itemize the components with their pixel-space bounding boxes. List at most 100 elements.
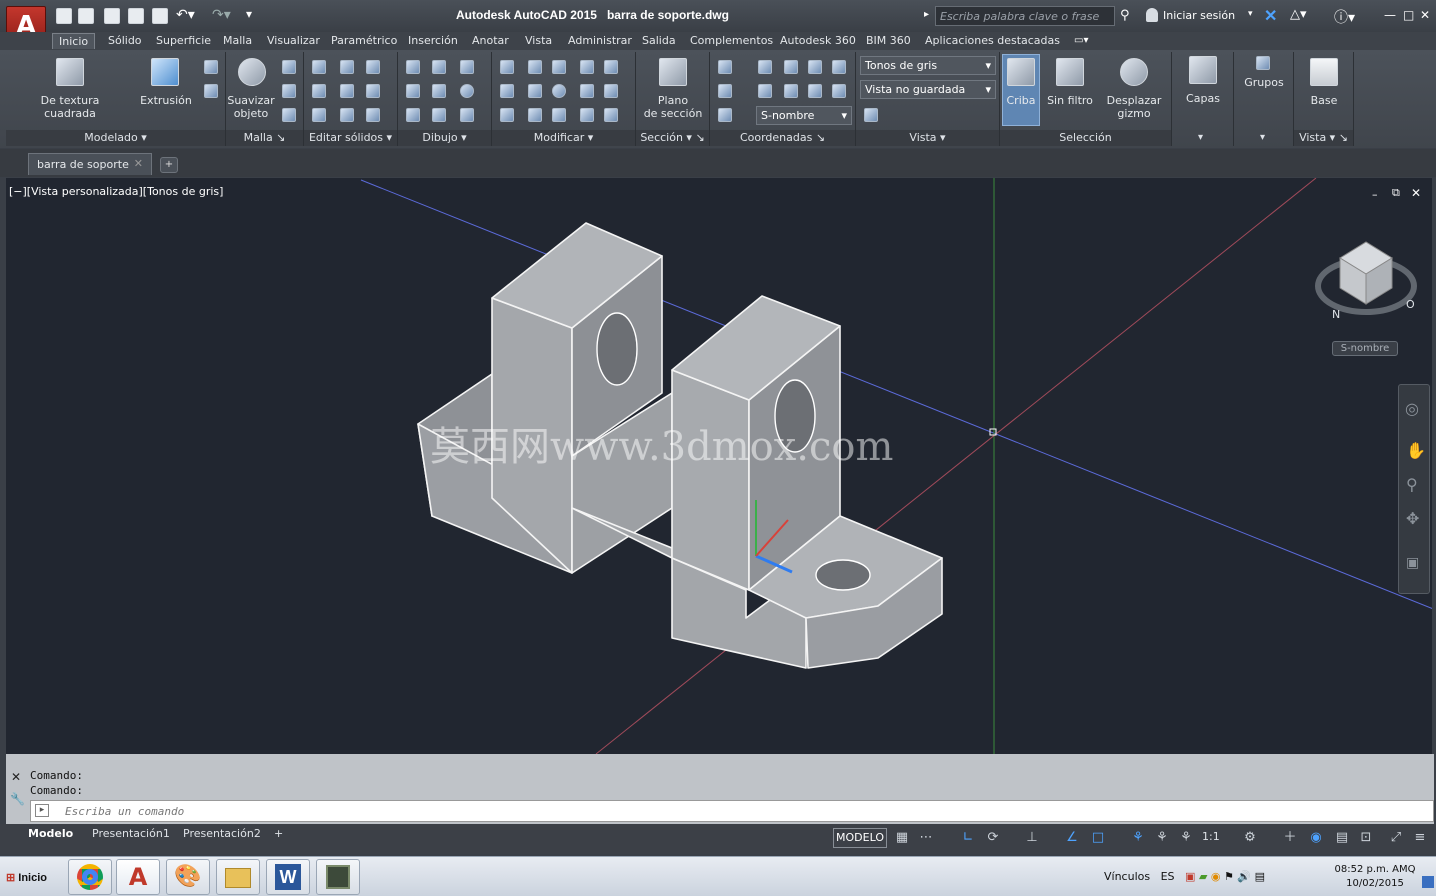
chrome-tray-icon[interactable]: ◉: [1211, 870, 1221, 883]
erase-icon[interactable]: [500, 108, 514, 122]
ucs-y-icon[interactable]: [784, 84, 798, 98]
copy-icon[interactable]: [552, 108, 566, 122]
mesh-crease-icon[interactable]: [282, 108, 296, 122]
tab-autodesk-360[interactable]: Autodesk 360: [774, 33, 862, 49]
layers-label[interactable]: Capas: [1172, 92, 1234, 105]
panel-label[interactable]: Vista ▾ ↘: [1294, 130, 1353, 146]
viewport-controls-label[interactable]: [−][Vista personalizada][Tonos de gris]: [9, 185, 223, 198]
new-file-icon[interactable]: [56, 8, 72, 24]
layers-expand-icon[interactable]: ▾: [1198, 132, 1203, 143]
new-tab-button[interactable]: +: [160, 157, 178, 173]
help-icon[interactable]: ⓘ▾: [1334, 7, 1355, 27]
box-button-label[interactable]: De textura cuadrada: [14, 94, 126, 120]
ucs-x-icon[interactable]: [808, 60, 822, 74]
add-layout-button[interactable]: +: [266, 826, 291, 842]
ortho-icon[interactable]: ∟: [960, 830, 976, 846]
panel-label[interactable]: Editar sólidos ▾: [304, 130, 397, 146]
fullscreen-icon[interactable]: ⤢: [1388, 830, 1404, 846]
separate-icon[interactable]: [366, 108, 380, 122]
zoom-icon[interactable]: ⚲: [1406, 475, 1418, 494]
viewport-config-icon[interactable]: [864, 108, 878, 122]
slice-icon[interactable]: [340, 60, 354, 74]
tab-salida[interactable]: Salida: [636, 33, 682, 49]
ucs-icon-properties-icon[interactable]: [718, 108, 732, 122]
tab-anotar[interactable]: Anotar: [466, 33, 515, 49]
annotation-scale-value[interactable]: 1:1: [1202, 830, 1220, 843]
annotation-scale-icon[interactable]: ⚘: [1178, 830, 1194, 846]
acrobat-icon[interactable]: ▣: [1185, 870, 1195, 883]
hardware-acceleration-icon[interactable]: ▤: [1334, 830, 1350, 846]
move-icon[interactable]: [552, 60, 566, 74]
taskbar-autocad[interactable]: A: [116, 859, 160, 895]
viewcube[interactable]: N O: [1310, 232, 1422, 328]
tab-administrar[interactable]: Administrar: [562, 33, 638, 49]
tab-malla[interactable]: Malla: [217, 33, 258, 49]
section-plane-label[interactable]: Plano de sección: [640, 94, 706, 120]
move-gizmo-label[interactable]: Desplazar gizmo: [1102, 94, 1166, 120]
array-icon[interactable]: [528, 84, 542, 98]
redo-icon[interactable]: ↷▾: [212, 7, 231, 23]
helix-icon[interactable]: [432, 60, 446, 74]
mesh-refine-icon[interactable]: [282, 84, 296, 98]
panel-label[interactable]: Sección ▾ ↘: [636, 130, 709, 146]
scale-icon[interactable]: [604, 108, 618, 122]
annotation-visibility-icon[interactable]: ⚘: [1130, 830, 1146, 846]
binoculars-icon[interactable]: ⚲: [1120, 8, 1130, 23]
polar-icon[interactable]: ⟳: [985, 830, 1001, 846]
grid-icon[interactable]: ▦: [894, 830, 910, 846]
links-toolbar[interactable]: Vínculos: [1104, 870, 1150, 883]
groups-label[interactable]: Grupos: [1234, 76, 1294, 89]
tab-bim-360[interactable]: BIM 360: [860, 33, 917, 49]
trim-icon[interactable]: [604, 60, 618, 74]
clock[interactable]: 08:52 p.m. AMQ 10/02/2015: [1330, 863, 1420, 891]
spline-icon[interactable]: [406, 84, 420, 98]
panel-label[interactable]: Modelado ▾: [6, 130, 225, 146]
steering-wheel-icon[interactable]: ◎: [1405, 399, 1419, 418]
tab-inicio[interactable]: Inicio: [52, 33, 96, 49]
extrude-faces-icon[interactable]: [366, 84, 380, 98]
subtract-icon[interactable]: [312, 84, 326, 98]
arc-icon[interactable]: [460, 60, 474, 74]
interfere-icon[interactable]: [340, 84, 354, 98]
viewport-minimize-icon[interactable]: –: [1372, 188, 1378, 201]
groups-expand-icon[interactable]: ▾: [1260, 132, 1265, 143]
mirror-icon[interactable]: [528, 108, 542, 122]
ucs-view-icon[interactable]: [832, 60, 846, 74]
smooth-object-label[interactable]: Suavizar objeto: [226, 94, 276, 120]
network-icon[interactable]: ▤: [1255, 870, 1265, 883]
gizmo-icon[interactable]: [528, 60, 542, 74]
auto-scale-icon[interactable]: ⚘: [1154, 830, 1170, 846]
search-expand-icon[interactable]: ▸: [924, 9, 929, 20]
isodraft-icon[interactable]: ⊥: [1024, 830, 1040, 846]
fillet-icon[interactable]: [500, 60, 514, 74]
fillet-edge-icon[interactable]: [604, 84, 618, 98]
rectangle-icon[interactable]: [432, 108, 446, 122]
extrude-button-label[interactable]: Extrusión: [130, 94, 202, 107]
taskbar-paint[interactable]: 🎨: [166, 859, 210, 895]
panel-label[interactable]: Coordenadas ↘: [710, 130, 855, 146]
maximize-icon[interactable]: □: [1403, 8, 1414, 22]
taskbar-word[interactable]: W: [266, 859, 310, 895]
close-tab-icon[interactable]: ✕: [134, 157, 143, 170]
panel-label[interactable]: Vista ▾: [856, 130, 999, 146]
union-icon[interactable]: [312, 60, 326, 74]
panel-label[interactable]: Modificar ▾: [492, 130, 635, 146]
named-view-dropdown[interactable]: Vista no guardada ▾: [860, 80, 996, 99]
circle-icon[interactable]: [460, 84, 474, 98]
tab-presentacion1[interactable]: Presentación1: [84, 826, 178, 842]
command-close-icon[interactable]: ✕: [11, 770, 21, 784]
tab-presentacion2[interactable]: Presentación2: [175, 826, 269, 842]
autodesk-360-icon[interactable]: △▾: [1290, 7, 1307, 22]
undo-icon[interactable]: ↶▾: [176, 7, 195, 23]
visual-style-dropdown[interactable]: Tonos de gris ▾: [860, 56, 996, 75]
customization-menu-icon[interactable]: ≡: [1412, 830, 1428, 846]
rotate-3d-icon[interactable]: [580, 60, 594, 74]
ucs-name-dropdown[interactable]: S-nombre ▾: [756, 106, 852, 125]
line-icon[interactable]: [432, 84, 446, 98]
document-tab[interactable]: barra de soporte ✕: [28, 153, 152, 175]
ucs-previous-icon[interactable]: [758, 84, 772, 98]
ucs-world-icon[interactable]: [784, 60, 798, 74]
tab-vista[interactable]: Vista: [519, 33, 558, 49]
ucs-icon[interactable]: [718, 60, 732, 74]
ribbon-minimize-icon[interactable]: ▭▾: [1074, 35, 1088, 46]
